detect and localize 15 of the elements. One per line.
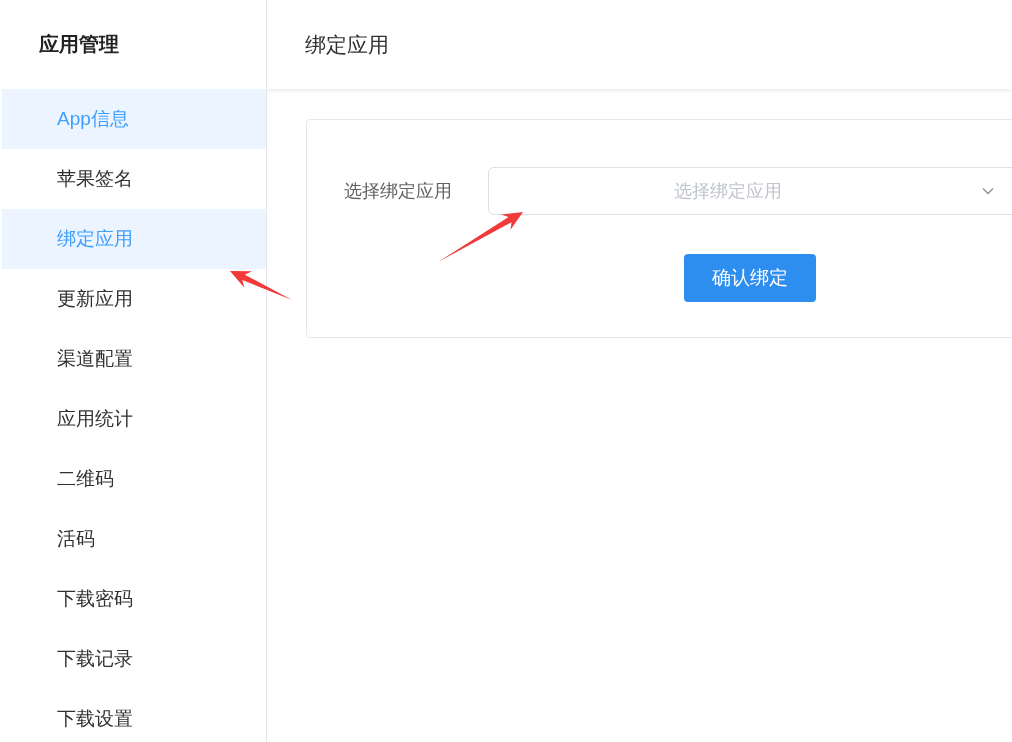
sidebar-title: 应用管理: [39, 32, 119, 57]
sidebar-item[interactable]: 二维码: [2, 449, 266, 509]
sidebar-item[interactable]: 下载密码: [2, 569, 266, 629]
sidebar-item[interactable]: 活码: [2, 509, 266, 569]
sidebar-item[interactable]: 下载设置: [2, 689, 266, 742]
chevron-down-icon: [982, 187, 994, 195]
sidebar-item[interactable]: 下载记录: [2, 629, 266, 689]
select-field[interactable]: 选择绑定应用: [488, 167, 1012, 215]
field-label: 选择绑定应用: [343, 180, 453, 203]
sidebar-item[interactable]: 更新应用: [2, 269, 266, 329]
annotation-arrow: [230, 271, 292, 300]
sidebar-item[interactable]: 渠道配置: [2, 329, 266, 389]
sidebar-item[interactable]: 应用统计: [2, 389, 266, 449]
page-title: 绑定应用: [305, 31, 389, 58]
sidebar-item[interactable]: 苹果签名: [2, 149, 266, 209]
